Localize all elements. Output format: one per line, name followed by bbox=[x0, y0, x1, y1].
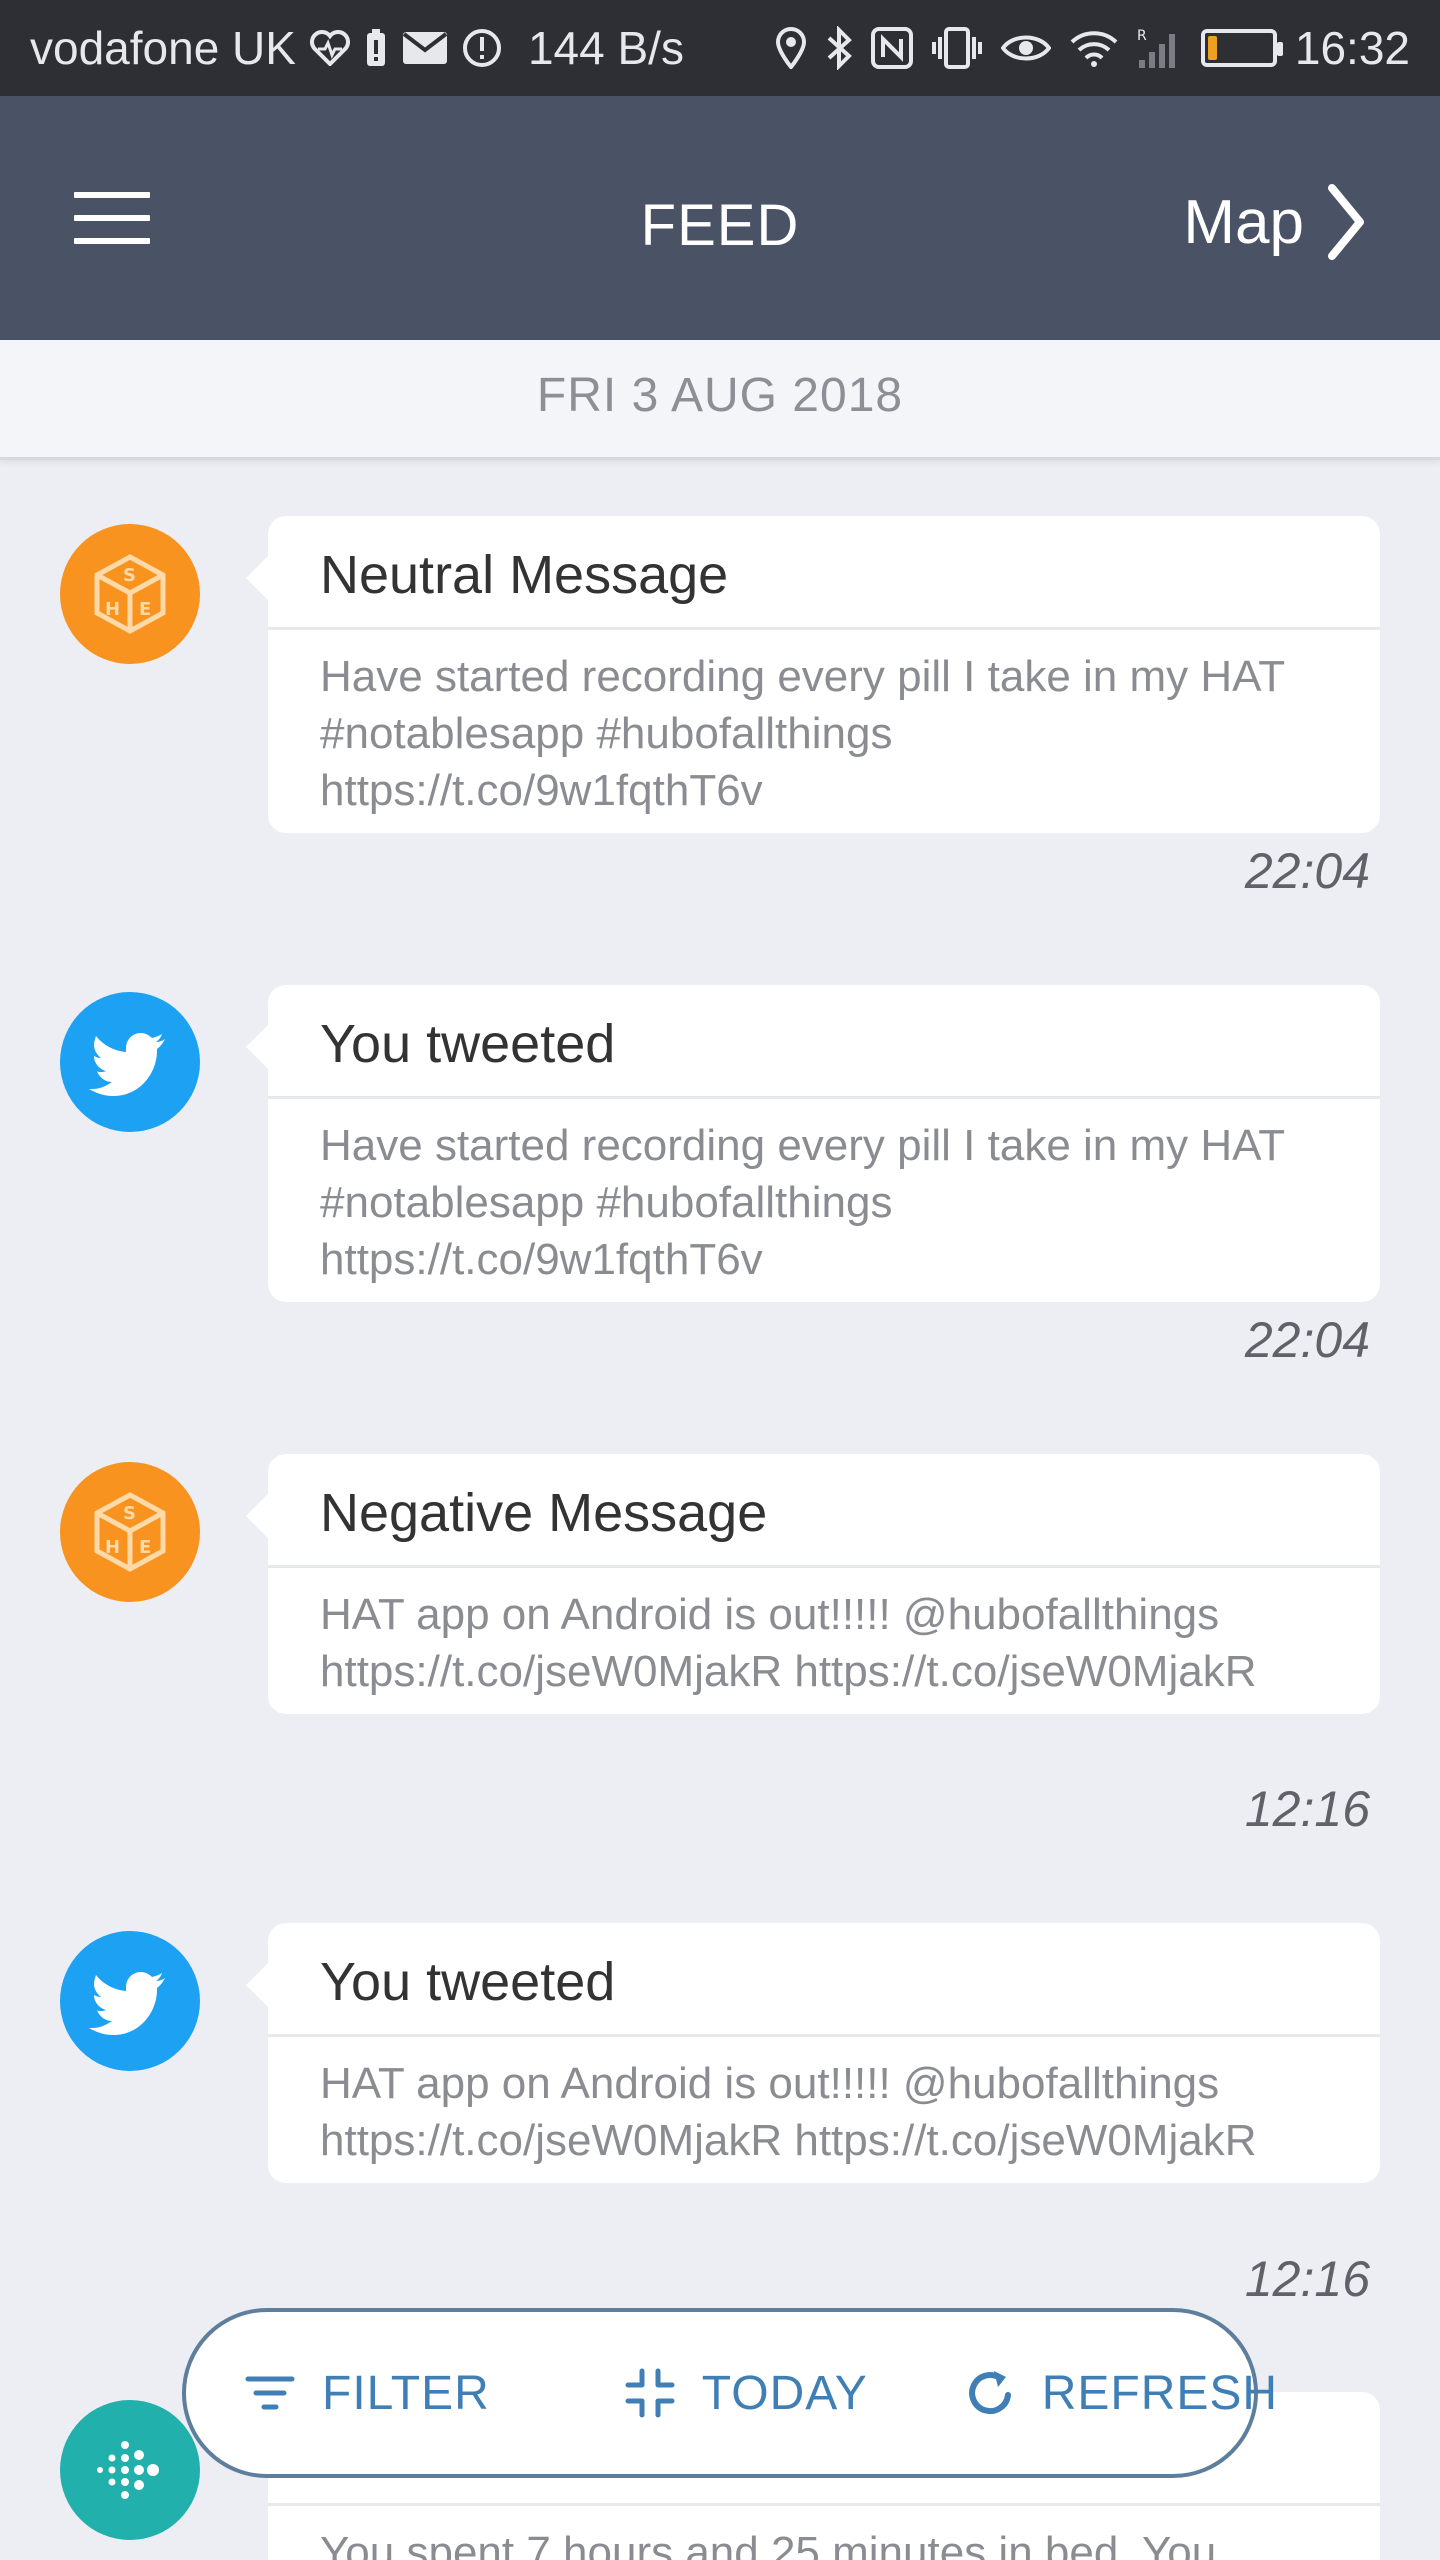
alert-icon bbox=[462, 29, 501, 67]
heartbeat-icon bbox=[310, 30, 350, 66]
feed-card-title: You tweeted bbox=[268, 1923, 1380, 2037]
feed-card-body: Have started recording every pill I take… bbox=[320, 1121, 1285, 1284]
feed-card-title: Neutral Message bbox=[268, 516, 1380, 630]
feed-card-body: HAT app on Android is out!!!!! @hubofall… bbox=[320, 2059, 1257, 2165]
feed-card-body: Have started recording every pill I take… bbox=[320, 652, 1285, 815]
feed-card[interactable]: You tweeted Have started recording every… bbox=[246, 985, 1380, 1302]
svg-text:S: S bbox=[123, 565, 136, 586]
feed-card[interactable]: Negative Message HAT app on Android is o… bbox=[246, 1454, 1380, 1714]
feed-timestamp: 22:04 bbox=[1244, 1312, 1370, 1368]
twitter-icon bbox=[60, 1931, 200, 2071]
feed-card-body: HAT app on Android is out!!!!! @hubofall… bbox=[320, 1590, 1257, 1696]
feed-card-title: You tweeted bbox=[268, 985, 1380, 1099]
svg-text:E: E bbox=[139, 1537, 151, 1558]
status-bar: vodafone UK 144 B/s R 16:32 bbox=[0, 0, 1440, 96]
signal-icon: R bbox=[1137, 28, 1175, 68]
map-label: Map bbox=[1183, 187, 1304, 257]
chevron-right-icon bbox=[1328, 184, 1364, 260]
battery-icon bbox=[1200, 29, 1283, 67]
svg-text:H: H bbox=[105, 599, 120, 620]
svg-text:S: S bbox=[123, 1503, 136, 1524]
battery-saver-icon bbox=[366, 29, 385, 66]
clock: 16:32 bbox=[1294, 22, 1410, 74]
wifi-icon bbox=[1070, 31, 1118, 67]
bluetooth-icon bbox=[827, 26, 852, 70]
collapse-icon bbox=[625, 2368, 675, 2418]
data-rate: 144 B/s bbox=[527, 22, 684, 74]
eye-icon bbox=[1000, 35, 1051, 61]
twitter-icon bbox=[60, 992, 200, 1132]
svg-text:E: E bbox=[139, 599, 151, 620]
filter-label: FILTER bbox=[322, 2366, 490, 2420]
today-label: TODAY bbox=[701, 2366, 868, 2420]
feed-timestamp: 12:16 bbox=[1244, 1781, 1370, 1837]
fitbit-icon bbox=[60, 2400, 200, 2540]
action-bar: FILTER TODAY REFRESH bbox=[182, 2308, 1277, 2478]
refresh-label: REFRESH bbox=[1041, 2366, 1279, 2420]
location-icon bbox=[775, 27, 806, 69]
hat-logo-icon: SHE bbox=[60, 1462, 200, 1602]
refresh-icon bbox=[968, 2371, 1011, 2414]
date-header: FRI 3 AUG 2018 bbox=[0, 340, 1440, 460]
hat-logo-icon: SHE bbox=[60, 524, 200, 664]
refresh-button[interactable]: REFRESH bbox=[962, 2365, 1278, 2421]
carrier-name: vodafone UK bbox=[30, 22, 296, 74]
feed-card-title: Negative Message bbox=[268, 1454, 1380, 1568]
feed-timestamp: 12:16 bbox=[1244, 2251, 1370, 2307]
app-bar: FEED Map bbox=[0, 96, 1440, 340]
feed-card[interactable]: Neutral Message Have started recording e… bbox=[246, 516, 1380, 833]
mail-icon bbox=[402, 32, 448, 64]
feed-card-body: You spent 7 hours and 25 minutes in bed.… bbox=[320, 2528, 1217, 2560]
filter-icon bbox=[245, 2376, 295, 2410]
nfc-icon bbox=[870, 27, 913, 69]
map-button[interactable]: Map bbox=[1183, 182, 1366, 262]
vibrate-icon bbox=[931, 27, 982, 69]
today-button[interactable]: TODAY bbox=[622, 2365, 868, 2421]
feed-card[interactable]: You tweeted HAT app on Android is out!!!… bbox=[246, 1923, 1380, 2183]
filter-button[interactable]: FILTER bbox=[242, 2365, 490, 2421]
feed-timestamp: 22:04 bbox=[1244, 843, 1370, 899]
battery-level-fill bbox=[1207, 36, 1217, 60]
svg-text:H: H bbox=[105, 1537, 120, 1558]
svg-text:R: R bbox=[1137, 28, 1147, 44]
